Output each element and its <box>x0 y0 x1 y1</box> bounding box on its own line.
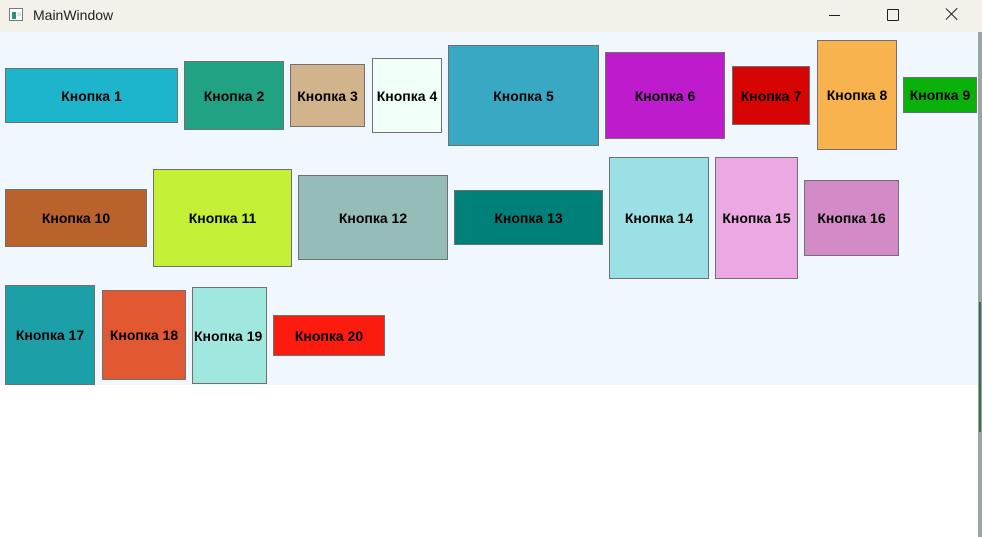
title-bar[interactable]: MainWindow <box>0 0 982 32</box>
button-16-label: Кнопка 16 <box>817 210 886 226</box>
button-4[interactable]: Кнопка 4 <box>372 58 442 133</box>
button-3-label: Кнопка 3 <box>297 87 358 104</box>
button-19-label: Кнопка 19 <box>194 327 263 344</box>
minimize-button[interactable] <box>805 0 863 32</box>
button-10[interactable]: Кнопка 10 <box>5 189 147 247</box>
maximize-button[interactable] <box>863 0 921 32</box>
button-19[interactable]: Кнопка 19 <box>192 287 267 384</box>
button-12-label: Кнопка 12 <box>338 209 408 226</box>
button-2-label: Кнопка 2 <box>203 87 265 104</box>
button-5[interactable]: Кнопка 5 <box>448 45 599 146</box>
button-5-label: Кнопка 5 <box>493 87 554 104</box>
button-18-label: Кнопка 18 <box>109 327 179 343</box>
button-14[interactable]: Кнопка 14 <box>609 157 709 279</box>
button-7-label: Кнопка 7 <box>740 87 802 104</box>
button-20[interactable]: Кнопка 20 <box>273 315 385 356</box>
minimize-icon <box>829 15 840 16</box>
button-1[interactable]: Кнопка 1 <box>5 68 178 123</box>
app-icon <box>9 8 23 21</box>
window-edge <box>978 32 982 537</box>
button-12[interactable]: Кнопка 12 <box>298 175 448 260</box>
maximize-icon <box>887 9 899 21</box>
window-title: MainWindow <box>33 7 114 23</box>
button-15[interactable]: Кнопка 15 <box>715 157 798 279</box>
button-9-label: Кнопка 9 <box>909 87 971 103</box>
button-6[interactable]: Кнопка 6 <box>605 52 725 139</box>
button-16[interactable]: Кнопка 16 <box>804 180 899 256</box>
button-6-label: Кнопка 6 <box>634 87 696 104</box>
button-18[interactable]: Кнопка 18 <box>102 290 186 380</box>
button-11-label: Кнопка 11 <box>188 210 257 226</box>
close-icon <box>946 8 958 20</box>
button-17-label: Кнопка 17 <box>15 327 85 343</box>
button-20-label: Кнопка 20 <box>294 327 364 344</box>
close-button[interactable] <box>922 0 980 32</box>
button-2[interactable]: Кнопка 2 <box>184 61 284 130</box>
button-13[interactable]: Кнопка 13 <box>454 190 603 245</box>
button-11[interactable]: Кнопка 11 <box>153 169 292 267</box>
button-10-label: Кнопка 10 <box>41 210 111 226</box>
button-14-label: Кнопка 14 <box>624 210 694 226</box>
button-1-label: Кнопка 1 <box>61 87 122 104</box>
button-8-label: Кнопка 8 <box>826 87 888 103</box>
button-17[interactable]: Кнопка 17 <box>5 285 95 385</box>
button-7[interactable]: Кнопка 7 <box>732 66 810 125</box>
button-13-label: Кнопка 13 <box>494 209 563 226</box>
button-4-label: Кнопка 4 <box>376 87 438 104</box>
button-15-label: Кнопка 15 <box>722 210 791 226</box>
button-3[interactable]: Кнопка 3 <box>290 64 365 127</box>
button-8[interactable]: Кнопка 8 <box>817 40 897 150</box>
button-9[interactable]: Кнопка 9 <box>903 77 977 113</box>
